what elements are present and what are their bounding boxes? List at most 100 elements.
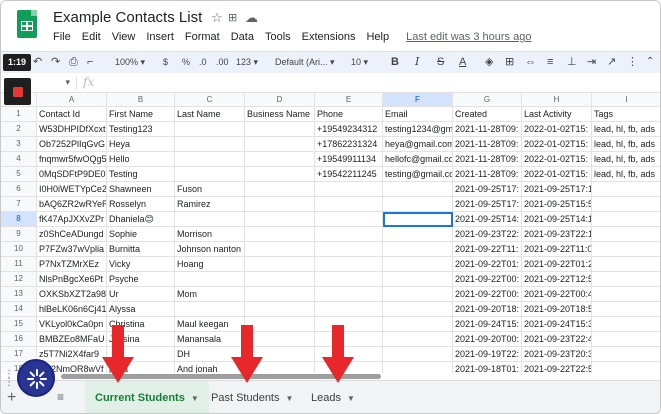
menu-edit[interactable]: Edit xyxy=(82,31,101,47)
table-cell[interactable]: Email xyxy=(383,107,453,122)
table-cell[interactable] xyxy=(245,197,315,212)
table-cell[interactable] xyxy=(383,362,453,373)
table-cell[interactable]: 2021-11-28T09: xyxy=(453,122,522,137)
table-cell[interactable]: z0ShCeADungd xyxy=(37,227,107,242)
table-cell[interactable]: Testing xyxy=(107,167,175,182)
table-cell[interactable]: I0H0iWETYpCe2 xyxy=(37,182,107,197)
table-cell[interactable]: 2021-09-24T15: xyxy=(453,317,522,332)
table-cell[interactable] xyxy=(383,227,453,242)
folder-move-icon[interactable]: ⊞ xyxy=(228,11,237,24)
table-cell[interactable]: 2021-09-22T11:03:57-04:00 xyxy=(522,242,592,257)
strikethrough-button[interactable]: S xyxy=(437,55,444,69)
table-cell[interactable]: Dhaniela😊 xyxy=(107,212,175,227)
table-cell[interactable]: 2021-09-22T00:43:31-04:00 xyxy=(522,287,592,302)
table-cell[interactable] xyxy=(245,167,315,182)
document-title[interactable]: Example Contacts List xyxy=(53,9,202,26)
table-cell[interactable]: 2021-09-25T17:16:22-04:00 xyxy=(522,182,592,197)
table-cell[interactable] xyxy=(383,272,453,287)
font-select[interactable]: Default (Ari... ▾ xyxy=(275,55,335,69)
star-icon[interactable]: ☆ xyxy=(211,10,223,26)
row-header[interactable]: 1 xyxy=(1,107,37,122)
table-cell[interactable] xyxy=(175,167,245,182)
table-cell[interactable] xyxy=(245,227,315,242)
table-cell[interactable] xyxy=(592,257,660,272)
table-cell[interactable]: 2021-09-22T01: xyxy=(453,257,522,272)
table-cell[interactable] xyxy=(315,227,383,242)
table-cell[interactable]: fnqmwr5fwOQg5 xyxy=(37,152,107,167)
table-cell[interactable] xyxy=(592,182,660,197)
table-cell[interactable] xyxy=(383,302,453,317)
table-cell[interactable] xyxy=(592,302,660,317)
table-cell[interactable] xyxy=(383,242,453,257)
stop-recording-button[interactable] xyxy=(4,78,31,105)
column-header-a[interactable]: A xyxy=(37,93,107,107)
table-cell[interactable]: 2021-09-23T22: xyxy=(453,227,522,242)
table-cell[interactable]: 2022-01-02T15: xyxy=(522,137,592,152)
table-cell[interactable]: Contact Id xyxy=(37,107,107,122)
table-cell[interactable]: 2021-09-23T22:44:58-04:00 xyxy=(522,332,592,347)
table-cell[interactable]: 2021-11-28T09: xyxy=(453,137,522,152)
table-cell[interactable]: OXKSbXZT2a98 xyxy=(37,287,107,302)
table-cell[interactable]: 2021-09-22T12:56:36-04:00 xyxy=(522,272,592,287)
table-cell[interactable] xyxy=(175,152,245,167)
table-cell[interactable]: lead, hl, fb, ads xyxy=(592,167,660,182)
row-header[interactable]: 5 xyxy=(1,167,37,182)
table-cell[interactable] xyxy=(315,257,383,272)
table-cell[interactable] xyxy=(315,197,383,212)
table-cell[interactable] xyxy=(592,242,660,257)
decrease-decimal-button[interactable]: .0 xyxy=(199,55,207,69)
table-cell[interactable]: P7NxTZMrXEz xyxy=(37,257,107,272)
menu-tools[interactable]: Tools xyxy=(265,31,291,47)
row-header[interactable]: 3 xyxy=(1,137,37,152)
table-cell[interactable]: VKLyol0kCa0pn xyxy=(37,317,107,332)
table-cell[interactable]: z5T7Ni2X4far9 xyxy=(37,347,107,362)
table-cell[interactable]: 0MqSDFtP9DE0 xyxy=(37,167,107,182)
text-color-button[interactable]: A xyxy=(459,55,466,69)
zoom-select[interactable]: 100% ▾ xyxy=(115,55,145,69)
table-cell[interactable] xyxy=(592,347,660,362)
menu-help[interactable]: Help xyxy=(366,31,389,47)
table-cell[interactable]: W53DHPIDfXcxt xyxy=(37,122,107,137)
table-cell[interactable] xyxy=(383,257,453,272)
table-cell[interactable] xyxy=(592,362,660,373)
table-cell[interactable]: Mom xyxy=(175,287,245,302)
undo-icon[interactable]: ↶ xyxy=(33,55,42,69)
text-rotate-icon[interactable]: ↗ xyxy=(607,55,616,69)
table-cell[interactable]: 2021-09-22T00: xyxy=(453,272,522,287)
column-header-e[interactable]: E xyxy=(315,93,383,107)
row-header[interactable]: 14 xyxy=(1,302,37,317)
table-cell[interactable] xyxy=(592,197,660,212)
bold-button[interactable]: B xyxy=(391,55,399,69)
table-cell[interactable] xyxy=(592,332,660,347)
table-cell[interactable]: Last Name xyxy=(175,107,245,122)
table-cell[interactable]: 2021-09-25T14:19:23-04:00 xyxy=(522,212,592,227)
table-cell[interactable]: 2021-09-25T17: xyxy=(453,182,522,197)
row-header[interactable]: 9 xyxy=(1,227,37,242)
table-cell[interactable]: Vicky xyxy=(107,257,175,272)
table-cell[interactable]: Burnitta xyxy=(107,242,175,257)
table-cell[interactable]: fK47ApJXXvZPr xyxy=(37,212,107,227)
table-cell[interactable]: Testing123 xyxy=(107,122,175,137)
row-header[interactable]: 15 xyxy=(1,317,37,332)
table-cell[interactable]: Psyche xyxy=(107,272,175,287)
table-cell[interactable]: 2021-09-22T00: xyxy=(453,287,522,302)
table-cell[interactable]: Phone xyxy=(315,107,383,122)
table-cell[interactable] xyxy=(383,317,453,332)
row-header[interactable]: 6 xyxy=(1,182,37,197)
table-cell[interactable] xyxy=(245,182,315,197)
table-cell[interactable]: Last Activity xyxy=(522,107,592,122)
assistant-fab-button[interactable] xyxy=(17,359,55,397)
row-header[interactable]: 16 xyxy=(1,332,37,347)
table-cell[interactable] xyxy=(245,152,315,167)
row-header[interactable]: 7 xyxy=(1,197,37,212)
table-cell[interactable]: Created xyxy=(453,107,522,122)
table-cell[interactable]: 2021-09-18T01: xyxy=(453,362,522,373)
menu-view[interactable]: View xyxy=(112,31,136,47)
row-header[interactable]: 4 xyxy=(1,152,37,167)
table-cell[interactable] xyxy=(175,272,245,287)
table-cell[interactable] xyxy=(175,137,245,152)
table-cell[interactable] xyxy=(245,257,315,272)
table-cell[interactable]: 2021-09-24T15:33:56-04:00 xyxy=(522,317,592,332)
column-header-h[interactable]: H xyxy=(522,93,592,107)
more-formats-button[interactable]: 123 ▾ xyxy=(236,55,258,69)
